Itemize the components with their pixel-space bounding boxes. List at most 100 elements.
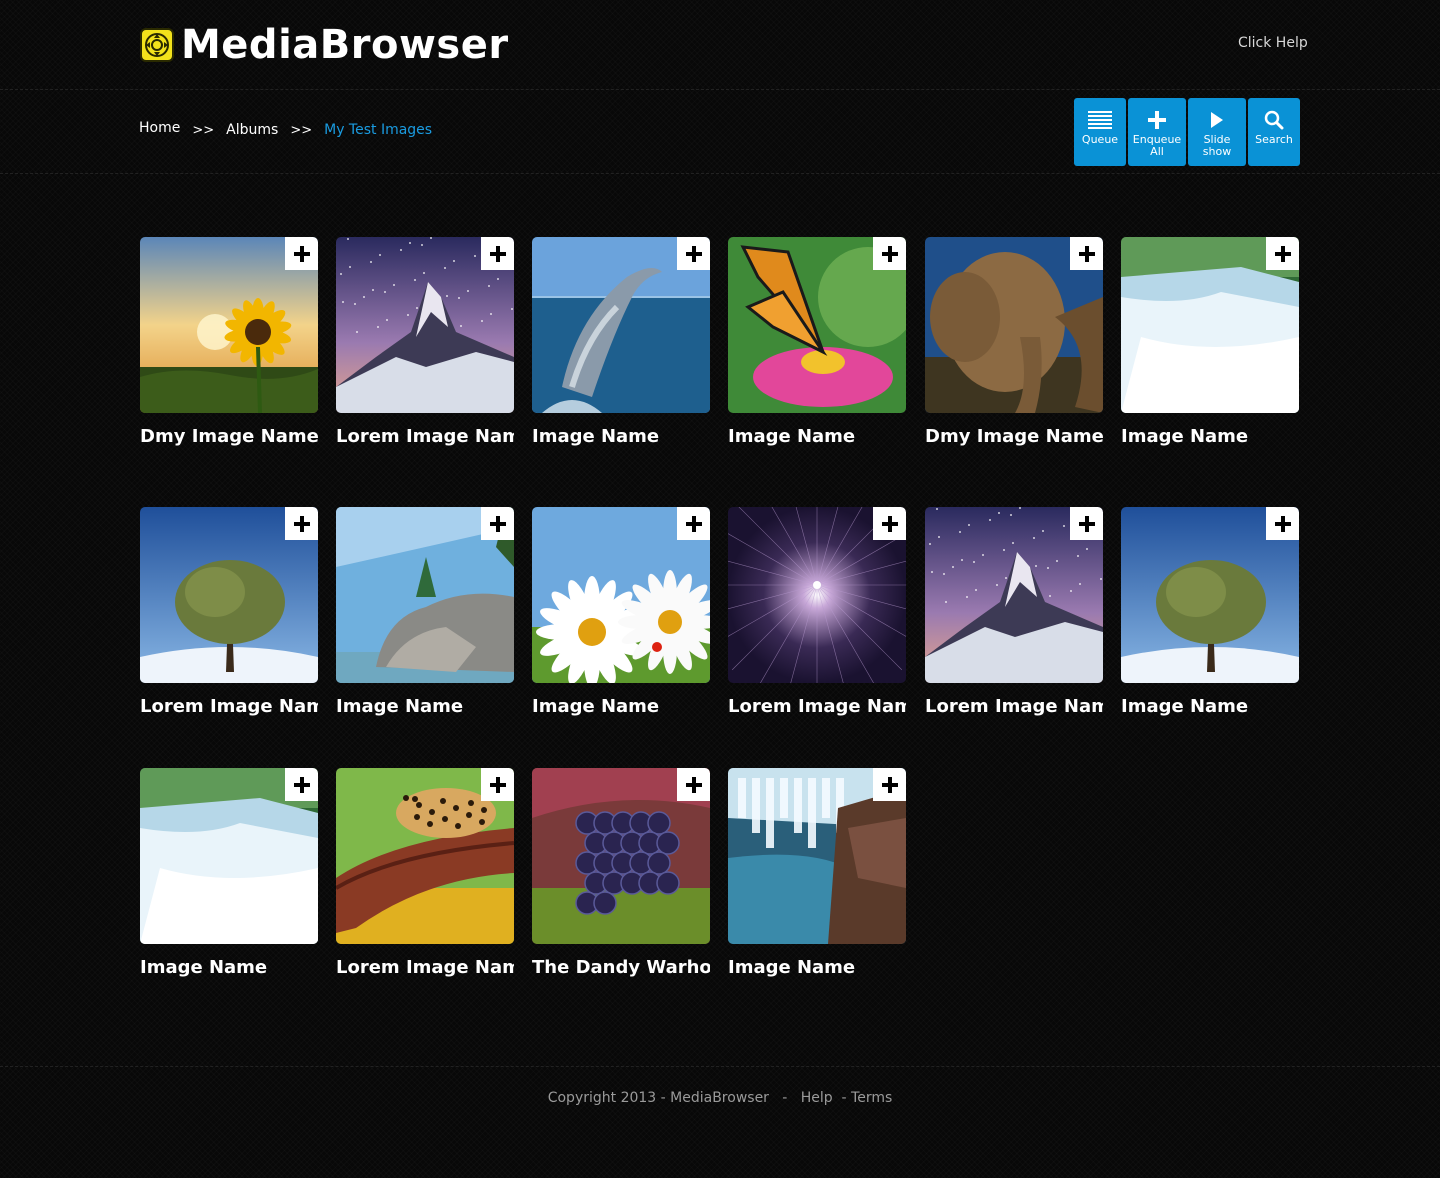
footer-terms-link[interactable]: - Terms [842, 1090, 893, 1106]
image-card[interactable]: Image Name [140, 768, 318, 978]
image-title[interactable]: Image Name [532, 696, 710, 717]
image-card[interactable]: Lorem Image Nam.. [336, 237, 514, 447]
plus-icon [489, 776, 506, 793]
breadcrumb-home[interactable]: Home [139, 120, 180, 136]
image-thumbnail[interactable] [140, 768, 318, 944]
image-thumbnail[interactable] [336, 768, 514, 944]
logo[interactable]: MediaBrowser [140, 22, 509, 68]
enqueue-image-button[interactable] [1266, 507, 1299, 540]
image-title[interactable]: Image Name [140, 957, 318, 978]
image-title[interactable]: Image Name [728, 426, 906, 447]
search-label: Search [1255, 133, 1293, 146]
enqueue-all-button[interactable]: Enqueue All [1128, 98, 1186, 166]
image-card[interactable]: Image Name [728, 768, 906, 978]
footer-help-link[interactable]: Help [801, 1090, 833, 1106]
plus-icon [489, 245, 506, 262]
breadcrumb-current[interactable]: My Test Images [324, 122, 432, 138]
image-title[interactable]: Lorem Image Nam.. [336, 426, 514, 447]
image-thumbnail[interactable] [532, 507, 710, 683]
image-card[interactable]: Dmy Image Name.. [140, 237, 318, 447]
plus-icon [293, 776, 310, 793]
image-title[interactable]: Image Name [532, 426, 710, 447]
slideshow-label-2: show [1202, 145, 1232, 158]
image-card[interactable]: Lorem Image Nam.. [728, 507, 906, 717]
enqueue-image-button[interactable] [873, 507, 906, 540]
image-thumbnail[interactable] [532, 237, 710, 413]
breadcrumb-separator: >> [290, 122, 313, 138]
image-title[interactable]: Image Name [1121, 696, 1299, 717]
enqueue-image-button[interactable] [481, 507, 514, 540]
enqueue-image-button[interactable] [285, 768, 318, 801]
enqueue-image-button[interactable] [285, 507, 318, 540]
image-title[interactable]: Image Name [1121, 426, 1299, 447]
enqueue-image-button[interactable] [481, 237, 514, 270]
image-card[interactable]: Image Name [532, 237, 710, 447]
header: MediaBrowser Click Help [0, 0, 1440, 90]
image-title[interactable]: Lorem Image Nam.. [925, 696, 1103, 717]
image-card[interactable]: Lorem Image Nam.. [140, 507, 318, 717]
image-title[interactable]: Dmy Image Name.. [925, 426, 1103, 447]
plus-icon [1148, 108, 1166, 132]
plus-icon [489, 515, 506, 532]
search-button[interactable]: Search [1248, 98, 1300, 166]
list-icon [1088, 108, 1112, 132]
image-thumbnail[interactable] [532, 768, 710, 944]
image-thumbnail[interactable] [1121, 237, 1299, 413]
enqueue-image-button[interactable] [873, 768, 906, 801]
queue-button[interactable]: Queue [1074, 98, 1126, 166]
plus-icon [685, 515, 702, 532]
image-card[interactable]: Image Name [336, 507, 514, 717]
image-thumbnail[interactable] [728, 768, 906, 944]
image-thumbnail[interactable] [336, 507, 514, 683]
image-title[interactable]: Image Name [336, 696, 514, 717]
copyright: Copyright 2013 - MediaBrowser [547, 1090, 769, 1106]
footer-text: Copyright 2013 - MediaBrowser - Help - T… [0, 1090, 1440, 1106]
image-title[interactable]: The Dandy Warhoi.. [532, 957, 710, 978]
image-card[interactable]: Image Name [1121, 237, 1299, 447]
enqueue-image-button[interactable] [677, 768, 710, 801]
image-title[interactable]: Lorem Image Nam.. [140, 696, 318, 717]
image-thumbnail[interactable] [728, 237, 906, 413]
breadcrumb-separator: >> [192, 122, 215, 138]
image-card[interactable]: Image Name [728, 237, 906, 447]
enqueue-image-button[interactable] [1070, 237, 1103, 270]
image-card[interactable]: Image Name [1121, 507, 1299, 717]
slideshow-button[interactable]: Slide show [1188, 98, 1246, 166]
image-title[interactable]: Dmy Image Name.. [140, 426, 318, 447]
plus-icon [881, 776, 898, 793]
plus-icon [881, 245, 898, 262]
image-thumbnail[interactable] [336, 237, 514, 413]
play-icon [1209, 108, 1225, 132]
image-title[interactable]: Lorem Image Nam.. [728, 696, 906, 717]
image-card[interactable]: Lorem Image Nam.. [925, 507, 1103, 717]
app-title: MediaBrowser [181, 22, 509, 68]
enqueue-image-button[interactable] [285, 237, 318, 270]
image-thumbnail[interactable] [140, 507, 318, 683]
enqueue-image-button[interactable] [677, 507, 710, 540]
enqueue-image-button[interactable] [481, 768, 514, 801]
image-card[interactable]: Image Name [532, 507, 710, 717]
enqueue-image-button[interactable] [1070, 507, 1103, 540]
help-link[interactable]: Click Help [1238, 35, 1308, 51]
image-thumbnail[interactable] [1121, 507, 1299, 683]
queue-label: Queue [1081, 133, 1119, 146]
image-thumbnail[interactable] [728, 507, 906, 683]
breadcrumb-albums[interactable]: Albums [226, 122, 278, 138]
plus-icon [293, 245, 310, 262]
image-thumbnail[interactable] [140, 237, 318, 413]
image-card[interactable]: Dmy Image Name.. [925, 237, 1103, 447]
subbar: Home >> Albums >> My Test Images Queue E… [0, 90, 1440, 174]
enqueue-image-button[interactable] [1266, 237, 1299, 270]
plus-icon [1274, 245, 1291, 262]
footer: Copyright 2013 - MediaBrowser - Help - T… [0, 1066, 1440, 1178]
image-card[interactable]: The Dandy Warhoi.. [532, 768, 710, 978]
image-card[interactable]: Lorem Image Nam.. [336, 768, 514, 978]
enqueue-image-button[interactable] [677, 237, 710, 270]
image-thumbnail[interactable] [925, 507, 1103, 683]
enqueue-image-button[interactable] [873, 237, 906, 270]
plus-icon [293, 515, 310, 532]
image-thumbnail[interactable] [925, 237, 1103, 413]
image-title[interactable]: Lorem Image Nam.. [336, 957, 514, 978]
plus-icon [881, 515, 898, 532]
image-title[interactable]: Image Name [728, 957, 906, 978]
